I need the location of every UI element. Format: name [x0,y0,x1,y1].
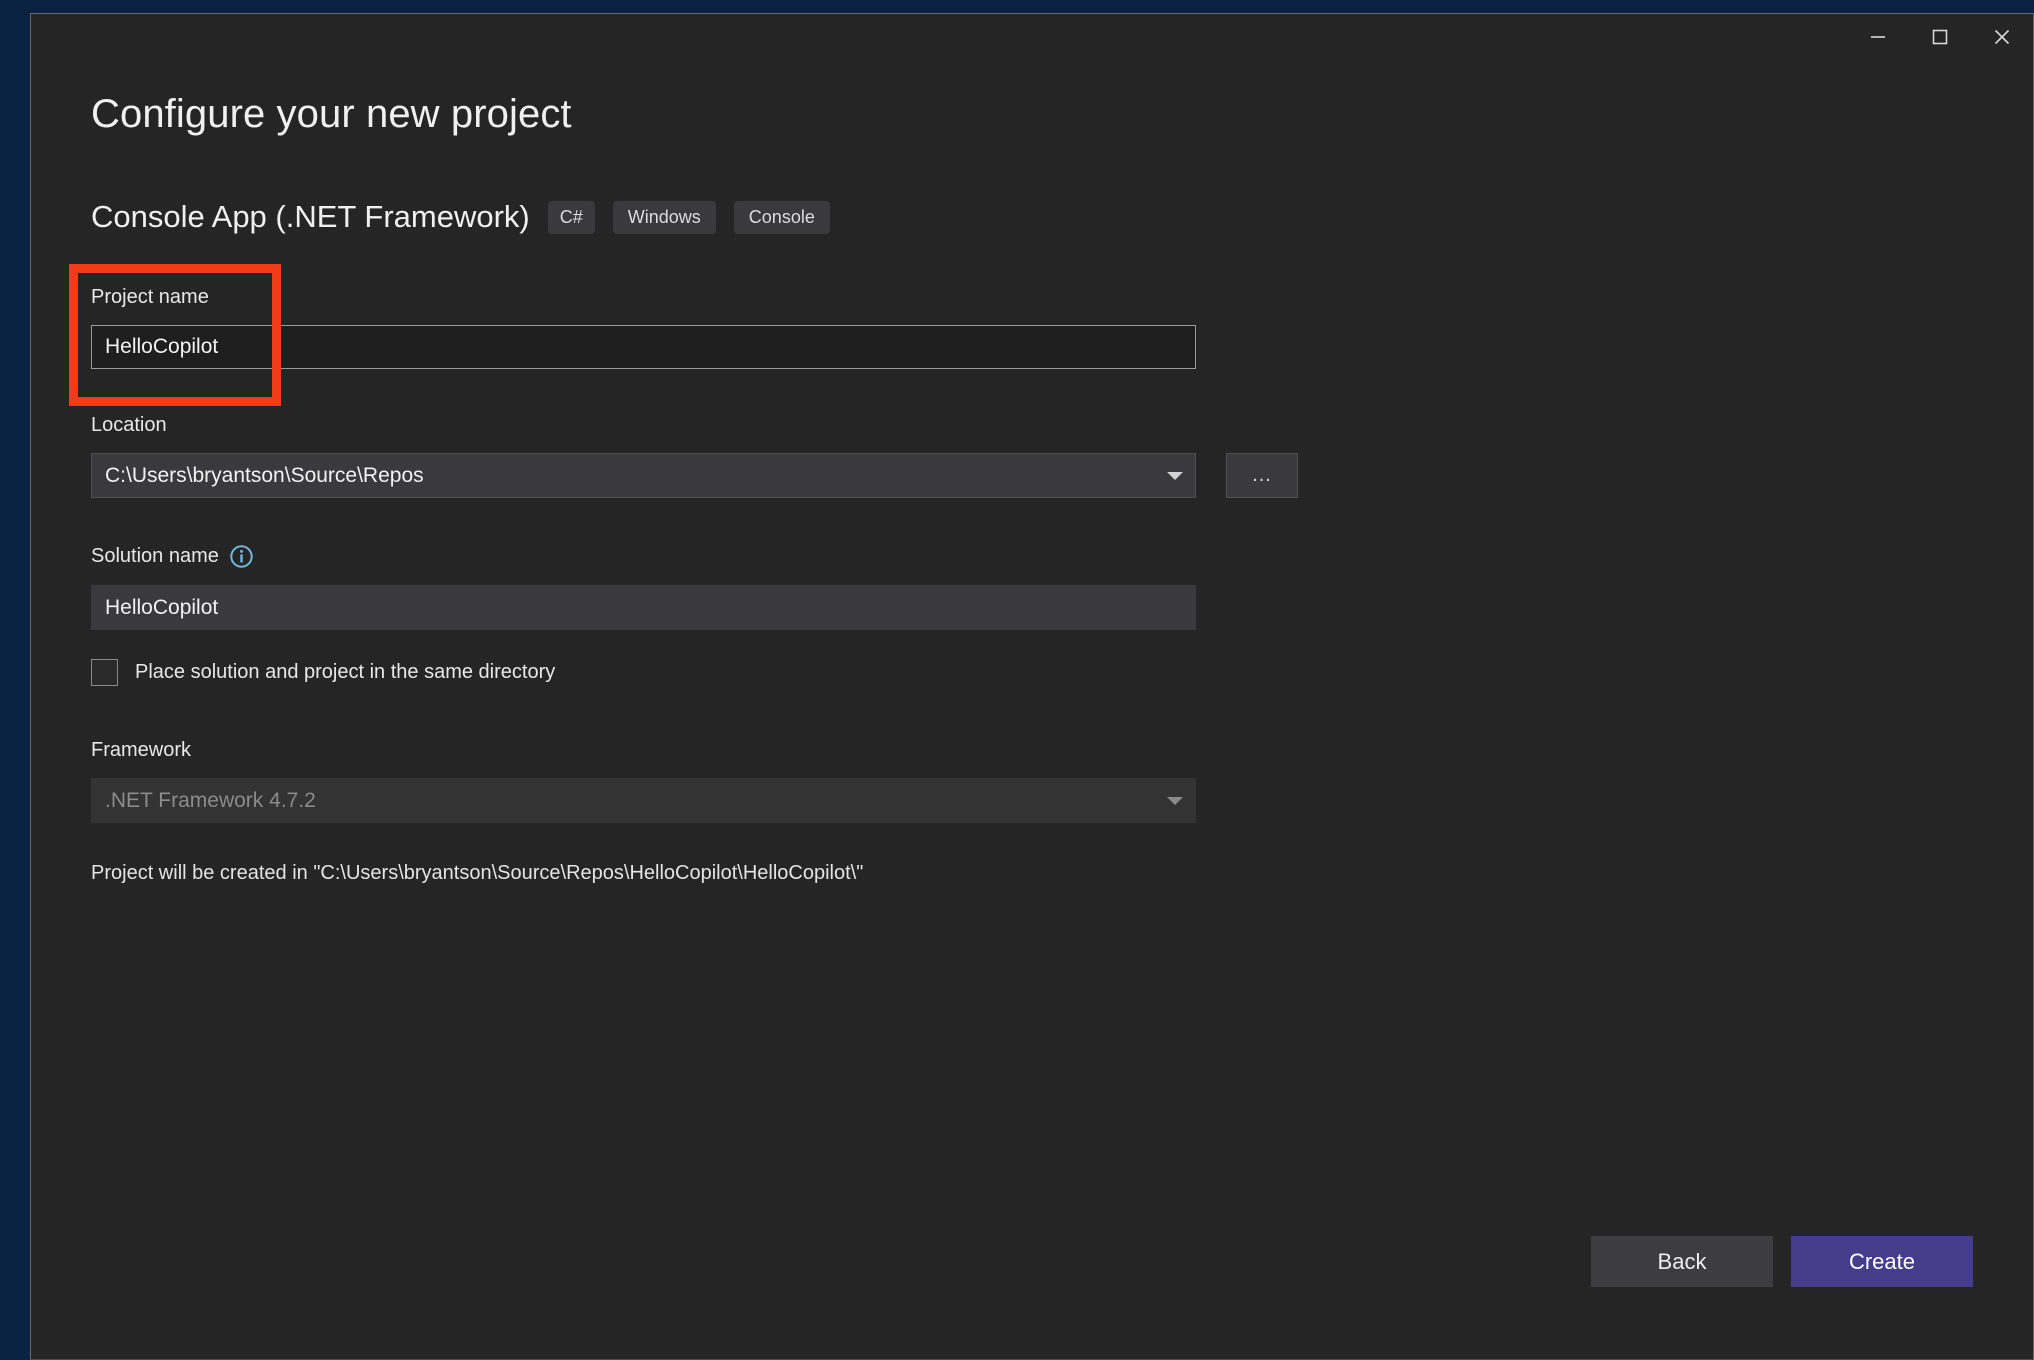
create-button[interactable]: Create [1791,1236,1973,1287]
same-directory-field: Place solution and project in the same d… [91,659,555,686]
dialog-footer: Back Create [1591,1236,1973,1287]
solution-name-input[interactable] [91,585,1196,630]
info-circle-icon[interactable] [229,544,254,569]
solution-name-label: Solution name [91,545,219,567]
project-name-label: Project name [91,286,209,308]
solution-name-field: Solution name [91,544,1196,630]
page-title: Configure your new project [91,92,572,136]
same-directory-checkbox[interactable] [91,659,118,686]
framework-combobox: .NET Framework 4.7.2 [91,778,1196,823]
same-directory-checkbox-row[interactable]: Place solution and project in the same d… [91,659,555,686]
framework-label: Framework [91,739,192,761]
same-directory-label: Place solution and project in the same d… [135,661,556,683]
back-button[interactable]: Back [1591,1236,1773,1287]
template-name: Console App (.NET Framework) [91,199,530,234]
project-name-field: Project name [91,286,1196,369]
location-field: Location C:\Users\bryantson\Source\Repos… [91,414,1361,498]
project-name-input[interactable] [91,325,1196,369]
tag-platform: Windows [612,200,716,234]
location-value: C:\Users\bryantson\Source\Repos [105,463,424,487]
location-label: Location [91,414,167,436]
tag-language: C# [547,200,595,234]
tag-project-type: Console [733,200,830,234]
configure-project-dialog: Configure your new project Console App (… [30,13,2034,1360]
project-path-note: Project will be created in "C:\Users\bry… [91,862,864,884]
framework-value: .NET Framework 4.7.2 [105,788,316,812]
solution-name-label-row: Solution name [91,544,1196,569]
chevron-down-icon [1167,471,1183,480]
framework-field: Framework .NET Framework 4.7.2 [91,739,1196,823]
location-row: C:\Users\bryantson\Source\Repos ... [91,453,1361,498]
location-combobox[interactable]: C:\Users\bryantson\Source\Repos [91,453,1196,498]
template-summary: Console App (.NET Framework) C# Windows … [91,199,830,235]
chevron-down-icon [1167,796,1183,805]
browse-button[interactable]: ... [1226,453,1298,498]
